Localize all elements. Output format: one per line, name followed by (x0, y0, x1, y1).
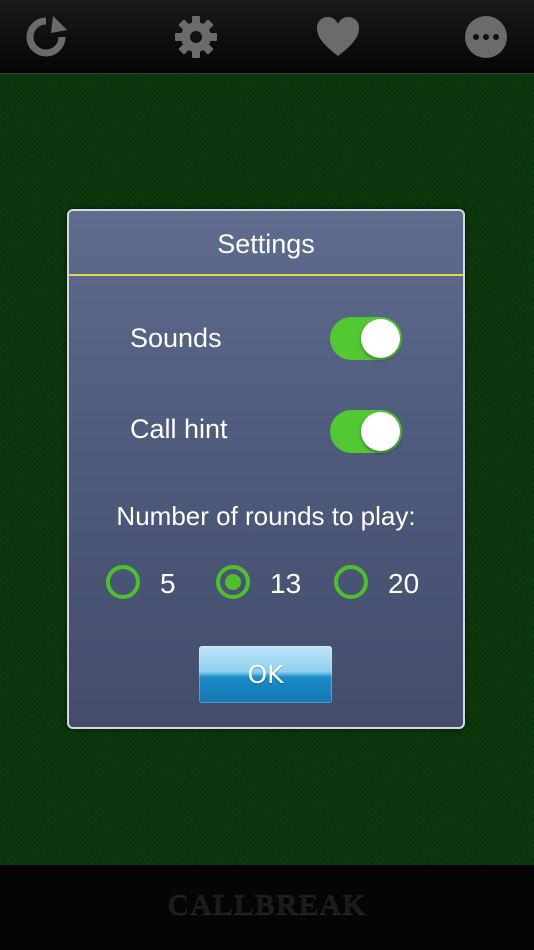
bottom-bar: CALLBREAK (0, 865, 534, 950)
round-option-5[interactable]: 5 (106, 561, 176, 603)
settings-button[interactable] (171, 12, 221, 62)
rounds-label: Number of rounds to play: (116, 501, 416, 531)
favorite-button[interactable] (313, 12, 363, 62)
radio-button[interactable] (106, 565, 140, 599)
radio-button[interactable] (334, 565, 368, 599)
ok-button[interactable]: OK (199, 646, 332, 703)
refresh-icon (26, 16, 67, 57)
refresh-button[interactable] (21, 12, 71, 62)
toggle-knob (361, 412, 400, 451)
radio-button-selected[interactable] (216, 565, 250, 599)
round-option-20[interactable]: 20 (334, 561, 419, 603)
toggle-knob (361, 319, 400, 358)
dialog-title: Settings (217, 229, 315, 259)
sounds-toggle[interactable] (330, 317, 402, 360)
brand-logo: CALLBREAK (167, 887, 367, 921)
top-toolbar (0, 0, 534, 74)
round-option-label: 20 (388, 568, 420, 599)
round-option-13[interactable]: 13 (216, 561, 301, 603)
heart-icon (317, 17, 359, 56)
more-icon (465, 16, 507, 58)
sounds-label: Sounds (130, 323, 222, 353)
call-hint-toggle[interactable] (330, 410, 402, 453)
settings-dialog: Settings Sounds Call hint Number of roun… (67, 209, 465, 729)
round-option-label: 5 (160, 568, 176, 599)
dialog-header: Settings (69, 211, 463, 276)
round-option-label: 13 (270, 568, 302, 599)
ok-button-label: OK (247, 660, 284, 689)
app-window: CALLBREAK Settings Sounds Call hint Numb… (0, 0, 534, 950)
more-button[interactable] (461, 12, 511, 62)
call-hint-label: Call hint (130, 414, 228, 444)
gear-icon (175, 16, 217, 58)
